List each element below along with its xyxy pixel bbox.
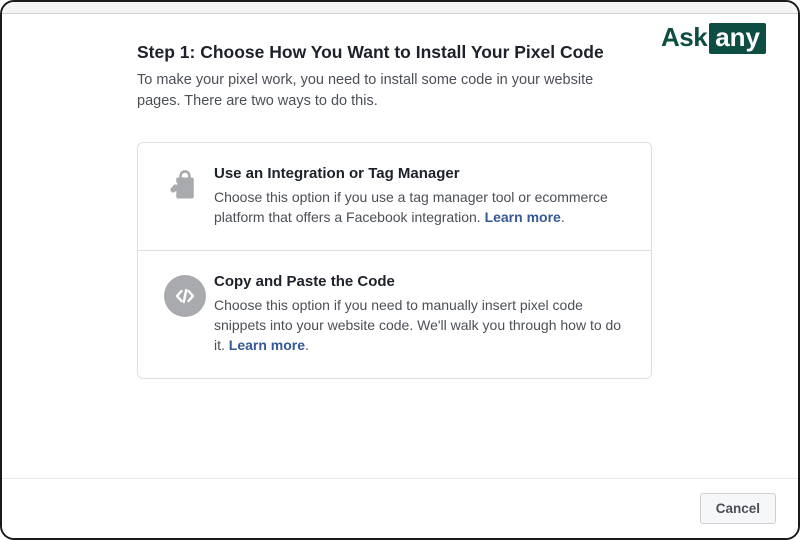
option-integration-title: Use an Integration or Tag Manager — [214, 165, 627, 182]
option-copypaste[interactable]: Copy and Paste the Code Choose this opti… — [138, 250, 651, 378]
option-copypaste-desc: Choose this option if you need to manual… — [214, 295, 627, 356]
install-options: Use an Integration or Tag Manager Choose… — [137, 142, 652, 378]
code-icon — [156, 273, 214, 356]
shopping-tag-icon — [156, 165, 214, 228]
option-integration-desc: Choose this option if you use a tag mana… — [214, 187, 627, 228]
step-title: Step 1: Choose How You Want to Install Y… — [137, 42, 748, 63]
option-integration-body: Use an Integration or Tag Manager Choose… — [214, 165, 627, 228]
option-integration[interactable]: Use an Integration or Tag Manager Choose… — [138, 143, 651, 250]
dialog-frame: Askany Step 1: Choose How You Want to In… — [0, 0, 800, 540]
dialog-footer: Cancel — [2, 478, 798, 538]
learn-more-link[interactable]: Learn more — [485, 209, 565, 225]
step-subtitle: To make your pixel work, you need to ins… — [137, 70, 627, 112]
learn-more-link[interactable]: Learn more — [229, 337, 309, 353]
window-titlebar — [2, 2, 798, 14]
dialog-content: Step 1: Choose How You Want to Install Y… — [2, 14, 798, 379]
option-copypaste-body: Copy and Paste the Code Choose this opti… — [214, 273, 627, 356]
option-copypaste-title: Copy and Paste the Code — [214, 273, 627, 290]
cancel-button[interactable]: Cancel — [700, 493, 776, 524]
